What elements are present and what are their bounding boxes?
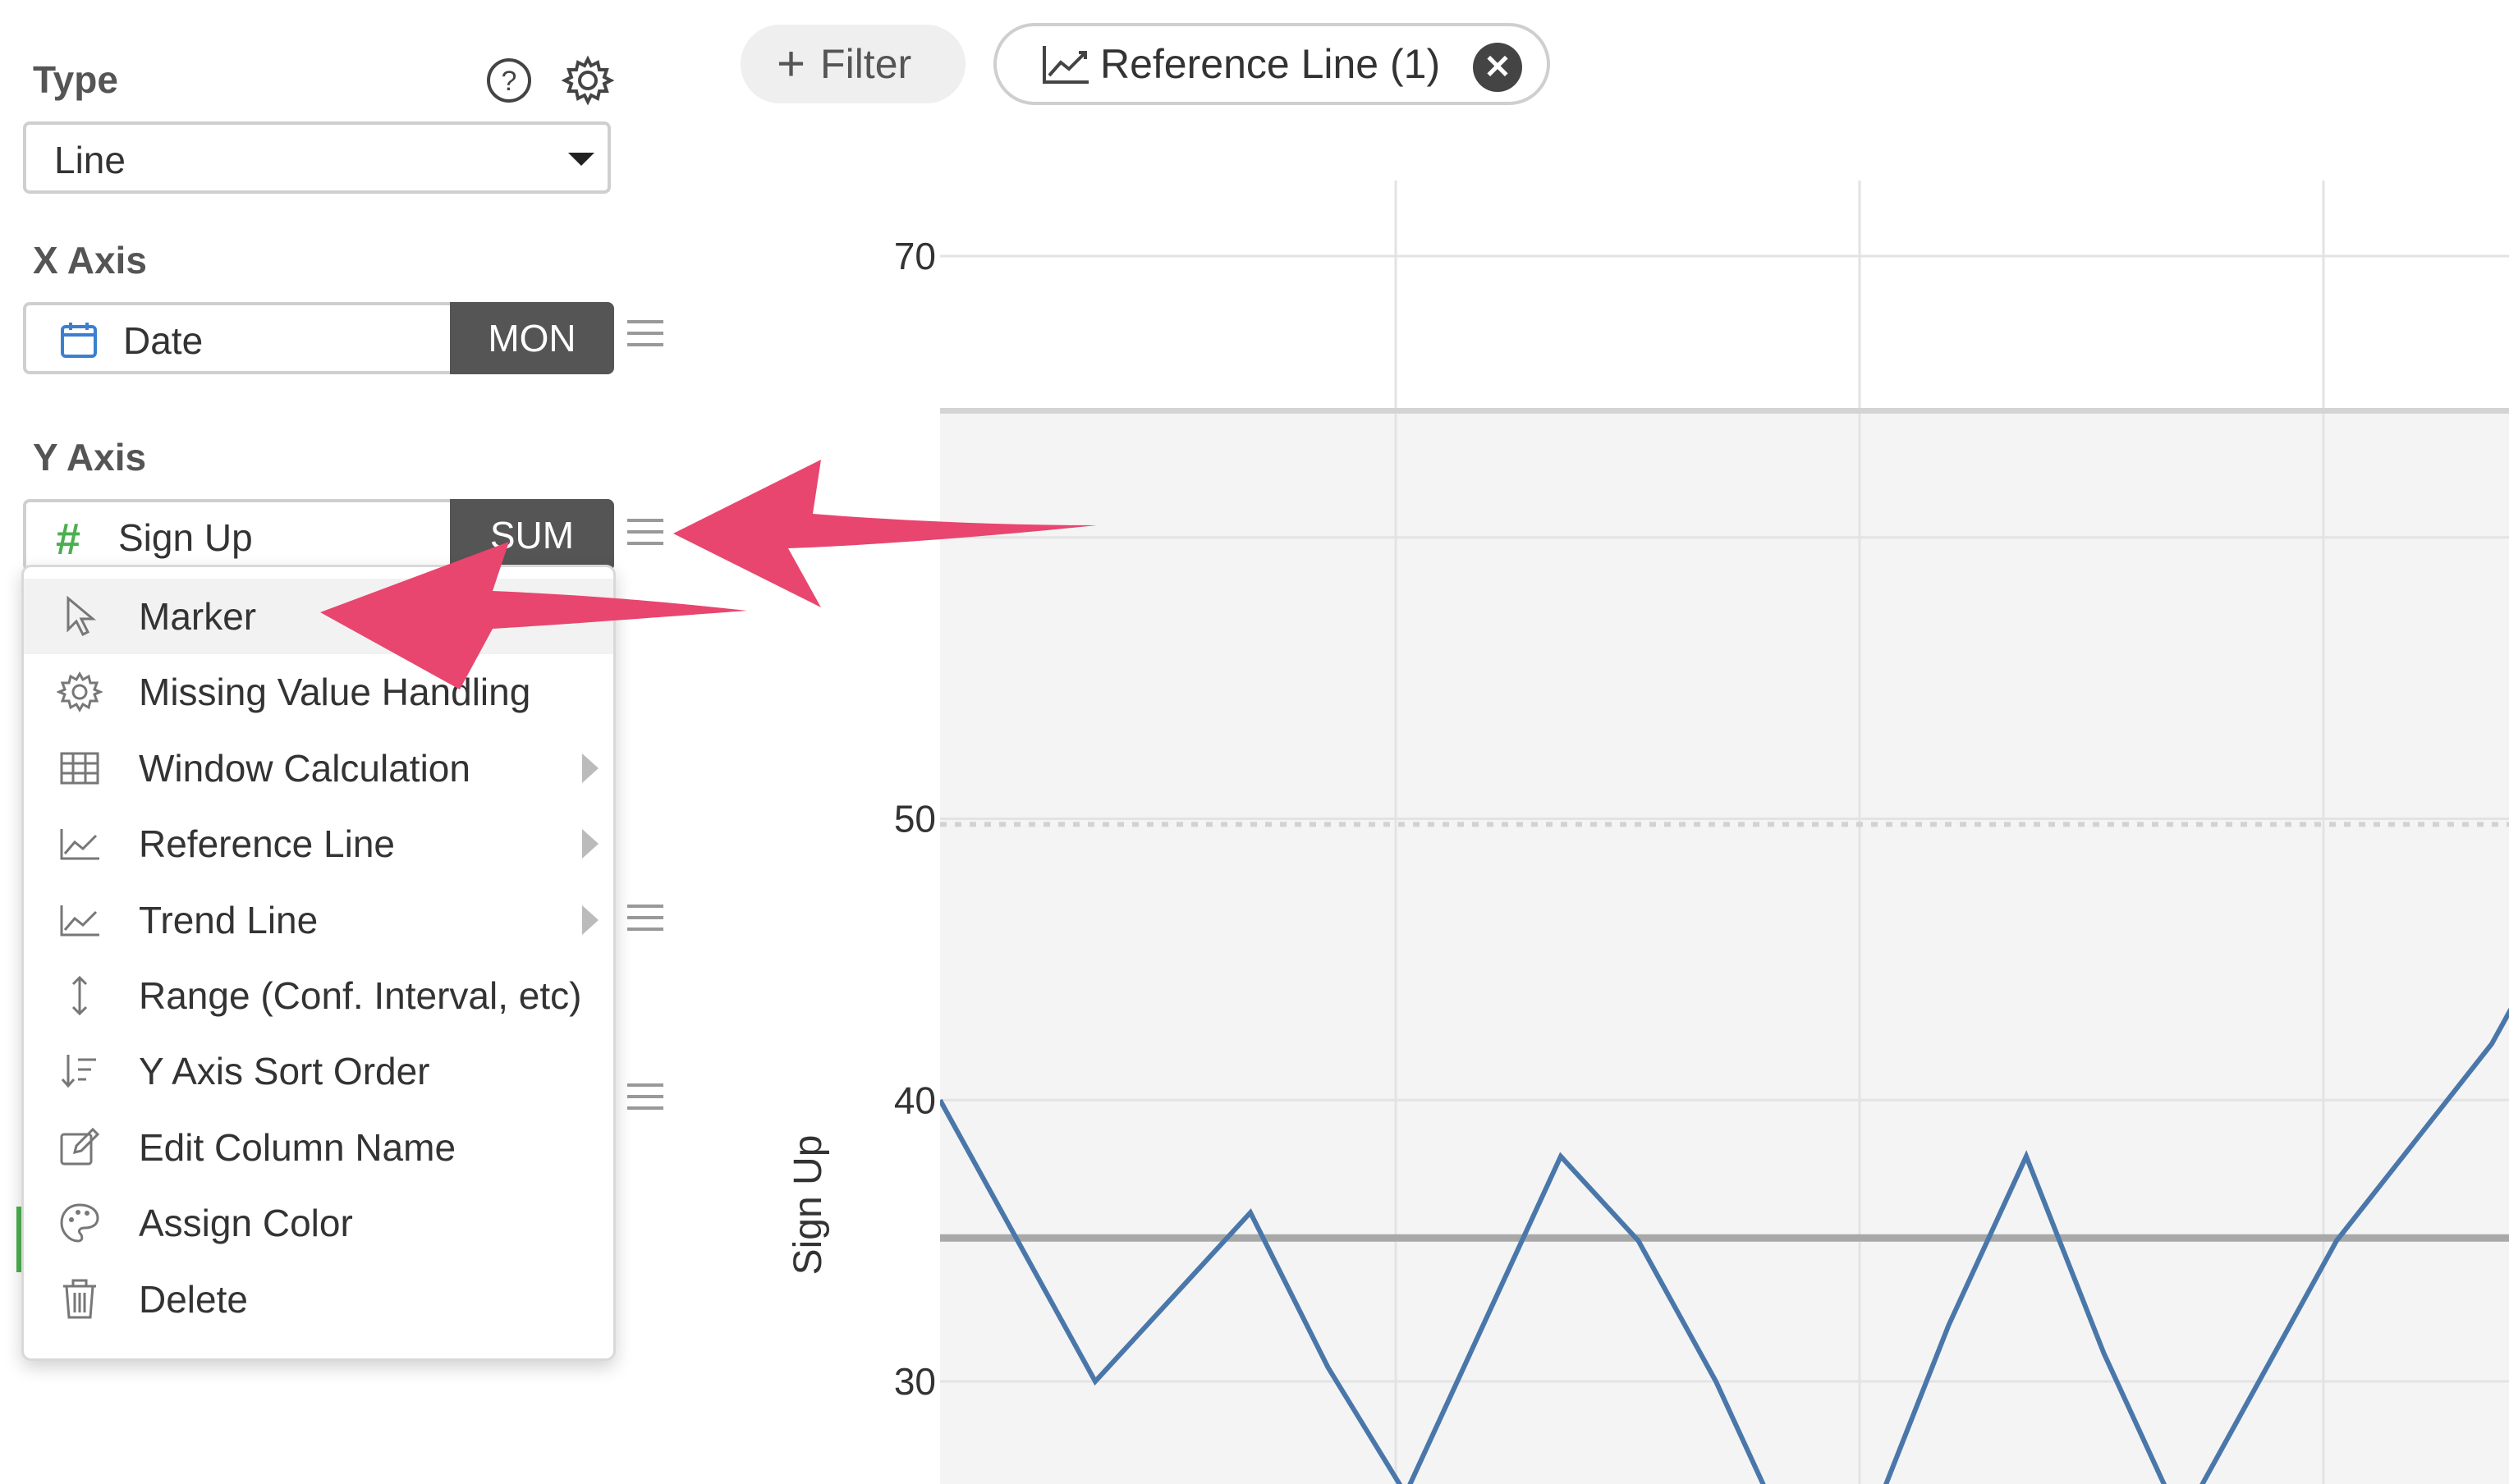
edit-icon xyxy=(57,1124,103,1170)
submenu-arrow-icon xyxy=(582,905,599,935)
menu-item-trend-line[interactable]: Trend Line xyxy=(24,882,613,958)
menu-item-window-calculation[interactable]: Window Calculation xyxy=(24,731,613,806)
column-context-menu: Marker Missing Value Handling Window Calcu… xyxy=(21,565,616,1361)
submenu-arrow-icon xyxy=(582,753,599,783)
y-axis-title: Sign Up xyxy=(787,1135,830,1276)
chart-line-icon xyxy=(57,821,103,867)
y-tick-label: 70 xyxy=(894,235,936,277)
y-tick-label: 50 xyxy=(894,798,936,840)
sort-icon xyxy=(57,1048,103,1094)
menu-item-edit-column-name[interactable]: Edit Column Name xyxy=(24,1110,613,1185)
table-icon xyxy=(57,745,103,791)
y-tick-label: 40 xyxy=(894,1079,936,1121)
trash-icon xyxy=(57,1276,103,1322)
menu-item-label: Missing Value Handling xyxy=(139,671,531,714)
menu-item-label: Edit Column Name xyxy=(139,1125,456,1169)
menu-item-label: Delete xyxy=(139,1277,248,1321)
menu-item-delete[interactable]: Delete xyxy=(24,1262,613,1337)
menu-item-y-axis-sort-order[interactable]: Y Axis Sort Order xyxy=(24,1033,613,1109)
vertical-arrows-icon xyxy=(57,973,103,1019)
menu-item-label: Trend Line xyxy=(139,898,319,941)
chart-line-icon xyxy=(57,897,103,943)
submenu-arrow-icon xyxy=(582,829,599,859)
menu-item-marker[interactable]: Marker xyxy=(24,579,613,654)
palette-icon xyxy=(57,1200,103,1246)
plot-band xyxy=(940,410,2509,1484)
menu-item-missing-value-handling[interactable]: Missing Value Handling xyxy=(24,654,613,730)
gear-icon xyxy=(56,669,103,715)
menu-item-label: Assign Color xyxy=(139,1202,353,1245)
menu-item-reference-line[interactable]: Reference Line xyxy=(24,806,613,882)
menu-item-range-conf-interval-etc[interactable]: Range (Conf. Interval, etc) xyxy=(24,958,613,1033)
menu-item-label: Range (Conf. Interval, etc) xyxy=(139,974,582,1017)
menu-item-assign-color[interactable]: Assign Color xyxy=(24,1185,613,1261)
cursor-icon xyxy=(57,593,103,639)
menu-item-label: Window Calculation xyxy=(139,746,470,790)
menu-item-label: Y Axis Sort Order xyxy=(139,1050,430,1093)
menu-item-label: Marker xyxy=(139,595,257,638)
y-tick-label: 30 xyxy=(894,1360,936,1403)
menu-item-label: Reference Line xyxy=(139,822,395,866)
